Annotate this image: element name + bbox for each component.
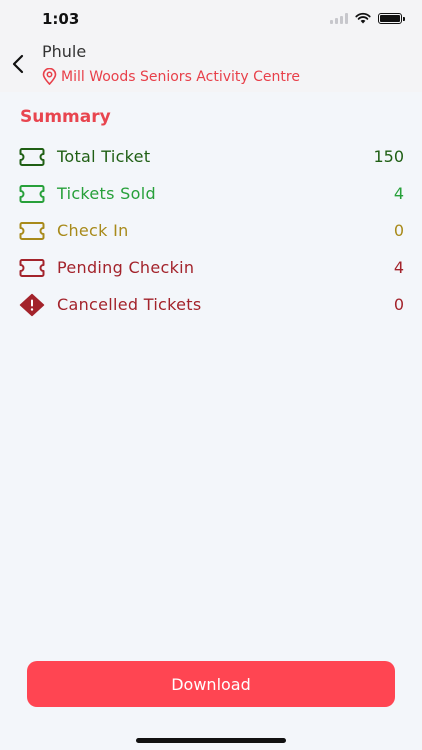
summary-row-total-ticket: Total Ticket 150 <box>18 138 404 175</box>
summary-row-check-in: Check In 0 <box>18 212 404 249</box>
back-button[interactable] <box>6 50 30 78</box>
location-pin-icon <box>42 68 57 85</box>
cellular-signal-icon <box>330 12 348 24</box>
summary-label: Tickets Sold <box>57 184 156 203</box>
summary-list: Total Ticket 150 Tickets Sold 4 Check In… <box>18 138 404 323</box>
summary-value: 4 <box>393 184 404 203</box>
summary-value: 0 <box>393 221 404 240</box>
ticket-icon <box>18 257 46 279</box>
summary-title: Summary <box>20 107 111 127</box>
page-title: Phule <box>42 42 87 61</box>
ticket-summary-screen: 1:03 Phule Mill Woods Seniors Activity C… <box>0 0 422 750</box>
summary-value: 4 <box>393 258 404 277</box>
download-button[interactable]: Download <box>27 661 395 707</box>
ticket-icon <box>18 220 46 242</box>
summary-label: Pending Checkin <box>57 258 195 277</box>
summary-value: 0 <box>393 295 404 314</box>
venue-location: Mill Woods Seniors Activity Centre <box>42 68 300 85</box>
ticket-icon <box>18 183 46 205</box>
header-area: 1:03 Phule Mill Woods Seniors Activity C… <box>0 0 422 92</box>
status-time: 1:03 <box>42 10 80 28</box>
alert-diamond-icon <box>18 293 46 316</box>
summary-value: 150 <box>373 147 404 166</box>
chevron-left-icon <box>12 54 24 74</box>
summary-label: Total Ticket <box>57 147 151 166</box>
summary-row-tickets-sold: Tickets Sold 4 <box>18 175 404 212</box>
home-indicator <box>136 738 286 743</box>
battery-icon <box>378 12 405 24</box>
summary-row-pending-checkin: Pending Checkin 4 <box>18 249 404 286</box>
ticket-icon <box>18 146 46 168</box>
summary-row-cancelled-tickets: Cancelled Tickets 0 <box>18 286 404 323</box>
wifi-icon <box>355 12 371 24</box>
status-icons <box>330 12 405 24</box>
summary-label: Cancelled Tickets <box>57 295 202 314</box>
venue-name: Mill Woods Seniors Activity Centre <box>61 68 300 85</box>
summary-label: Check In <box>57 221 129 240</box>
